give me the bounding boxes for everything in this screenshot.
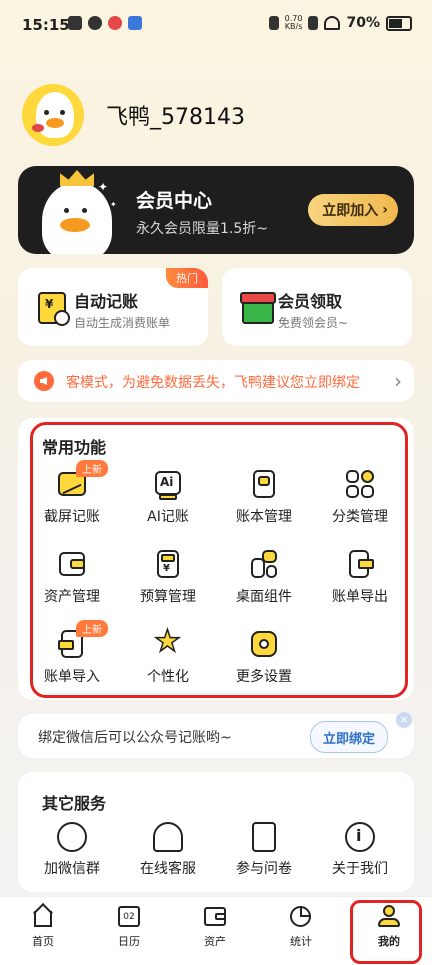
chevron-right-icon[interactable]: › [394,369,402,393]
info-icon: i [345,822,375,852]
calendar-icon: 02 [117,905,141,927]
system-icons: 0.70 KB/s 70% [268,14,412,31]
sparkle-icon: ✦ [110,200,117,209]
nav-label: 统计 [290,935,312,948]
service-survey[interactable]: 参与问卷 [216,822,312,878]
vip-title: 会员中心 [136,190,213,212]
service-wechat-group[interactable]: 加微信群 [24,822,120,878]
bind-now-button[interactable]: 立即绑定 [309,721,388,753]
bind-wechat-text: 绑定微信后可以公众号记账哟~ [38,730,232,746]
chevron-right-icon: › [382,202,388,218]
notice-text: 客模式，为避免数据丢失，飞鸭建议您立即绑定 [66,375,360,391]
status-bar: 15:15 0.70 KB/s 70% [0,0,432,50]
wallet-icon [203,905,227,927]
service-label: 在线客服 [140,861,196,877]
wechat-group-icon [57,822,87,852]
nav-statistics[interactable]: 统计 [258,905,344,949]
service-label: 加微信群 [44,861,100,877]
highlight-frame [350,900,422,964]
member-title: 会员领取 [278,292,343,311]
highlight-frame [30,422,408,698]
profile-header[interactable]: 飞鸭_578143 [22,84,245,146]
survey-icon [252,822,276,852]
service-about-us[interactable]: i 关于我们 [312,822,408,878]
mail-icon [68,16,82,30]
app-icon [128,16,142,30]
sim-icon [308,16,319,30]
vip-banner[interactable]: ✦ ✦ 会员中心 永久会员限量1.5折~ 立即加入 › [18,166,414,254]
auto-title: 自动记账 [74,292,139,311]
nav-assets[interactable]: 资产 [172,905,258,949]
avatar[interactable] [22,84,84,146]
nav-home[interactable]: 首页 [0,903,86,949]
weibo-icon [108,16,122,30]
auto-subtitle: 自动生成消费账单 [74,316,171,330]
wechat-icon [88,16,102,30]
clock: 15:15 [22,16,70,34]
nav-label: 日历 [118,935,140,948]
join-vip-label: 立即加入 [322,203,379,219]
member-claim-card[interactable]: 会员领取 免费领会员~ [222,268,412,346]
network-speed: 0.70 KB/s [284,14,303,31]
battery-level: 70% [346,15,380,31]
guest-mode-notice[interactable]: 客模式，为避免数据丢失，飞鸭建议您立即绑定 › [18,360,414,402]
other-services-panel: 其它服务 加微信群 在线客服 参与问卷 i 关于我们 [18,772,414,892]
home-icon [31,903,55,927]
member-subtitle: 免费领会员~ [278,316,349,330]
hot-badge: 热门 [166,268,208,288]
service-online-support[interactable]: 在线客服 [120,822,216,878]
wifi-icon [324,16,341,30]
nav-label: 首页 [32,935,54,948]
headset-icon [153,822,183,852]
gift-icon [240,290,276,324]
join-vip-button[interactable]: 立即加入 › [308,194,398,226]
auto-bookkeeping-card[interactable]: ¥ 自动记账 自动生成消费账单 热门 [18,268,208,346]
auto-bill-icon: ¥ [36,290,70,326]
bind-wechat-banner[interactable]: 绑定微信后可以公众号记账哟~ 立即绑定 × [18,712,414,758]
notification-icons [68,16,142,30]
username[interactable]: 飞鸭_578143 [106,99,245,131]
speaker-icon [34,371,54,391]
vip-subtitle: 永久会员限量1.5折~ [136,221,268,237]
nav-label: 资产 [204,935,226,948]
vibrate-icon [268,16,279,30]
service-label: 参与问卷 [236,861,292,877]
other-services-title: 其它服务 [42,794,107,813]
nav-calendar[interactable]: 02 日历 [86,905,172,949]
sparkle-icon: ✦ [98,180,109,194]
battery-icon [386,15,412,31]
service-label: 关于我们 [332,861,388,877]
close-icon[interactable]: × [396,712,412,728]
pie-chart-icon [289,905,313,927]
